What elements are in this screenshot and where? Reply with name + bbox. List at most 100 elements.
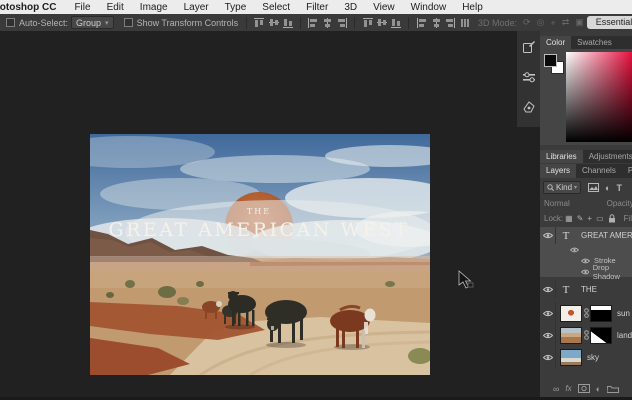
layer-thumbnail[interactable]	[560, 304, 582, 322]
effects-header-row[interactable]	[540, 244, 632, 255]
collapsed-panel-rail	[517, 31, 540, 127]
layer-thumbnail[interactable]	[560, 326, 582, 344]
layer-row-great-american[interactable]: T GREAT AMERICAN WEST	[540, 227, 632, 244]
tab-libraries[interactable]: Libraries	[540, 150, 583, 163]
auto-select-checkbox[interactable]	[6, 18, 15, 27]
layer-row-sky[interactable]: sky	[540, 346, 632, 368]
auto-select-label: Auto-Select:	[19, 17, 69, 28]
effect-visibility-toggle[interactable]	[581, 258, 590, 264]
canvas-artwork: THE GREAT AMERICAN WEST	[45, 134, 465, 377]
align-center-icon[interactable]	[323, 17, 333, 28]
menu-view[interactable]: View	[365, 2, 403, 13]
menu-select[interactable]: Select	[254, 2, 298, 13]
layers-panel-tabs: Layers Channels Paths	[540, 164, 632, 178]
svg-text:THE: THE	[247, 207, 271, 216]
layer-thumbnail[interactable]	[560, 348, 582, 366]
tab-channels[interactable]: Channels	[576, 164, 622, 178]
tab-adjustments[interactable]: Adjustments	[583, 150, 632, 163]
auto-select-dropdown[interactable]: Group ▾	[71, 16, 114, 29]
lock-all-icon[interactable]	[608, 213, 616, 223]
blend-mode-select[interactable]: Normal	[544, 199, 570, 208]
align-right-icon[interactable]	[337, 17, 348, 28]
filter-type-layers-icon[interactable]: T	[616, 183, 622, 193]
3d-rotate-icon[interactable]: ⟳	[523, 17, 531, 28]
tab-swatches[interactable]: Swatches	[571, 36, 618, 49]
menu-window[interactable]: Window	[403, 2, 455, 13]
lock-artboard-icon[interactable]: ▭	[596, 214, 604, 223]
distribute-center-icon[interactable]	[431, 17, 441, 28]
libraries-panel-icon[interactable]	[522, 100, 536, 114]
new-group-icon[interactable]	[607, 384, 620, 393]
link-layers-icon[interactable]: ∞	[553, 384, 559, 394]
add-mask-icon[interactable]	[577, 384, 590, 393]
document-canvas[interactable]: THE GREAT AMERICAN WEST	[45, 134, 465, 377]
align-top-icon[interactable]	[254, 17, 265, 28]
saturation-brightness-field[interactable]	[566, 52, 632, 142]
show-transform-checkbox[interactable]	[123, 18, 133, 27]
layer-name: sky	[587, 352, 599, 362]
layer-name: landscape	[617, 330, 632, 340]
visibility-toggle[interactable]	[540, 302, 556, 324]
visibility-toggle[interactable]	[540, 281, 556, 298]
distribute-bottom-icon[interactable]	[391, 18, 402, 28]
layer-name: GREAT AMERICAN WEST	[581, 231, 632, 240]
3d-pan-icon[interactable]: +	[550, 18, 555, 28]
menu-image[interactable]: Image	[132, 2, 176, 13]
layers-panel-footer: ∞ fx ◐	[540, 382, 632, 395]
layer-row-landscape[interactable]: landscape	[540, 324, 632, 346]
filter-pixel-layers-icon[interactable]	[588, 183, 600, 192]
properties-panel-icon[interactable]	[522, 70, 536, 84]
menu-file[interactable]: File	[66, 2, 98, 13]
distribute-middle-icon[interactable]	[376, 18, 387, 28]
distribute-top-icon[interactable]	[362, 17, 373, 28]
effect-visibility-toggle[interactable]	[570, 247, 579, 253]
lock-transparency-icon[interactable]: ▦	[565, 214, 573, 223]
menu-type[interactable]: Type	[217, 2, 255, 13]
fill-label: Fill:	[623, 213, 632, 223]
tab-layers[interactable]: Layers	[540, 164, 577, 178]
layer-style-fx-icon[interactable]: fx	[565, 384, 571, 393]
distribute-right-icon[interactable]	[445, 17, 456, 28]
align-middle-icon[interactable]	[268, 18, 279, 28]
layer-mask-thumbnail[interactable]	[590, 304, 612, 322]
3d-camera-icon[interactable]: ▣	[575, 17, 584, 28]
filter-adjustment-layers-icon[interactable]: ◐	[605, 183, 610, 193]
learn-panel-icon[interactable]	[522, 40, 536, 54]
tab-color[interactable]: Color	[540, 36, 572, 49]
foreground-color-swatch[interactable]	[544, 54, 557, 67]
show-transform-label: Show Transform Controls	[136, 17, 239, 28]
lock-position-icon[interactable]: +	[587, 214, 592, 223]
text-layer-thumbnail: T	[562, 229, 570, 242]
menu-edit[interactable]: Edit	[99, 2, 132, 13]
foreground-background-swatches[interactable]	[543, 53, 565, 75]
3d-roll-icon[interactable]: ◎	[537, 17, 545, 28]
photoshop-window: Photoshop CC File Edit Image Layer Type …	[0, 0, 632, 400]
adjustment-layer-icon[interactable]: ◐	[596, 384, 601, 394]
visibility-toggle[interactable]	[540, 346, 556, 368]
menu-help[interactable]: Help	[454, 2, 491, 13]
lock-pixels-icon[interactable]: ✎	[577, 214, 584, 223]
align-left-icon[interactable]	[308, 17, 318, 28]
layer-row-sun[interactable]: sun	[540, 302, 632, 324]
menu-layer[interactable]: Layer	[176, 2, 217, 13]
3d-slide-icon[interactable]: ⇄	[562, 17, 570, 28]
align-bottom-icon[interactable]	[283, 18, 294, 28]
menu-filter[interactable]: Filter	[298, 2, 336, 13]
3d-mode-label: 3D Mode:	[477, 17, 518, 28]
drop-shadow-effect-row[interactable]: Drop Shadow	[540, 263, 632, 281]
workspace-switcher-button[interactable]: Essentials	[586, 16, 632, 29]
tab-paths[interactable]: Paths	[622, 164, 632, 178]
auto-select-value: Group	[76, 17, 102, 28]
panel-dock: Color Swatches Libraries Adjustments Sty…	[540, 31, 632, 400]
visibility-toggle[interactable]	[540, 227, 556, 244]
layer-mask-thumbnail[interactable]	[590, 326, 612, 344]
mouse-cursor	[458, 270, 474, 289]
layer-filter-dropdown[interactable]: Kind ▾	[543, 181, 582, 194]
effect-visibility-toggle[interactable]	[581, 269, 589, 275]
layer-row-the[interactable]: T THE	[540, 281, 632, 298]
menu-3d[interactable]: 3D	[336, 2, 365, 13]
distribute-spacing-icon[interactable]	[460, 18, 470, 28]
visibility-toggle[interactable]	[540, 324, 556, 346]
search-icon	[547, 184, 554, 191]
distribute-left-icon[interactable]	[416, 17, 427, 28]
